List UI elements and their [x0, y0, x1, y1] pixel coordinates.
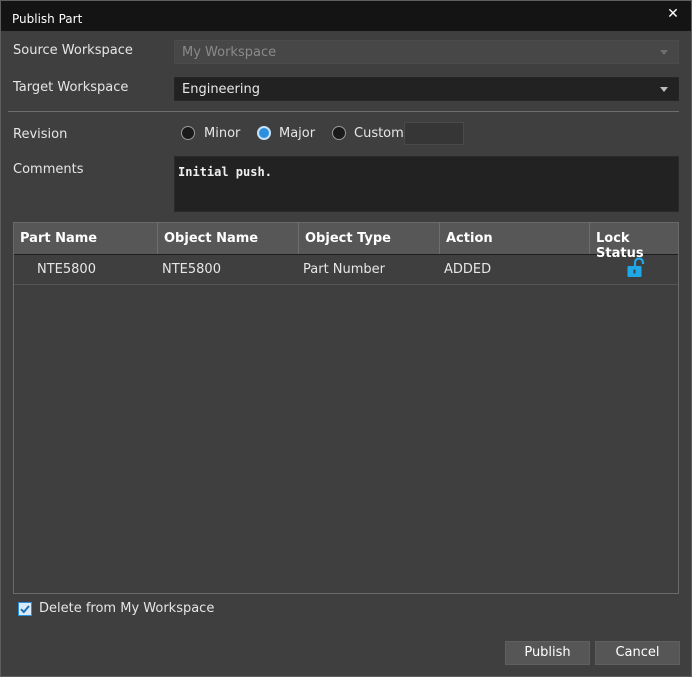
target-workspace-value: Engineering: [182, 82, 260, 97]
chevron-down-icon[interactable]: [660, 87, 668, 92]
parts-grid: Part Name Object Name Object Type Action…: [13, 222, 679, 594]
target-workspace-label: Target Workspace: [13, 80, 129, 95]
table-row[interactable]: NTE5800 NTE5800 Part Number ADDED: [14, 255, 678, 285]
revision-major-label[interactable]: Major: [279, 126, 315, 141]
divider: [8, 111, 679, 112]
custom-revision-input[interactable]: [404, 122, 464, 145]
source-workspace-dropdown: My Workspace: [174, 40, 679, 64]
comments-label: Comments: [13, 162, 84, 177]
revision-custom-label[interactable]: Custom: [354, 126, 404, 141]
column-header-object-name[interactable]: Object Name: [158, 223, 299, 254]
title-bar[interactable]: Publish Part ✕: [1, 1, 691, 31]
source-workspace-label: Source Workspace: [13, 43, 133, 58]
window-title: Publish Part: [12, 12, 83, 26]
cancel-button[interactable]: Cancel: [595, 641, 680, 665]
cell-object-name: NTE5800: [162, 262, 221, 277]
revision-major-radio[interactable]: [257, 126, 271, 140]
column-header-lock-status[interactable]: Lock Status: [590, 223, 678, 261]
source-workspace-value: My Workspace: [182, 45, 277, 60]
delete-from-workspace-checkbox[interactable]: [18, 602, 32, 616]
cell-part-name: NTE5800: [37, 262, 96, 277]
revision-minor-label[interactable]: Minor: [204, 126, 240, 141]
cell-object-type: Part Number: [303, 262, 386, 277]
unlocked-icon: [627, 257, 645, 277]
cell-action: ADDED: [444, 262, 492, 277]
close-icon[interactable]: ✕: [665, 6, 681, 22]
checkmark-icon: [20, 605, 30, 614]
delete-from-workspace-label[interactable]: Delete from My Workspace: [39, 601, 214, 616]
publish-button[interactable]: Publish: [505, 641, 590, 665]
grid-header: Part Name Object Name Object Type Action…: [14, 223, 678, 261]
comments-textarea[interactable]: Initial push.: [174, 156, 679, 212]
column-header-action[interactable]: Action: [440, 223, 590, 254]
revision-custom-radio[interactable]: [332, 126, 346, 140]
publish-part-dialog: Publish Part ✕ Source Workspace My Works…: [0, 0, 692, 677]
column-header-object-type[interactable]: Object Type: [299, 223, 440, 254]
chevron-down-icon: [660, 50, 668, 55]
revision-minor-radio[interactable]: [181, 126, 195, 140]
target-workspace-dropdown[interactable]: Engineering: [174, 77, 679, 101]
column-header-part-name[interactable]: Part Name: [14, 223, 158, 254]
revision-label: Revision: [13, 127, 68, 142]
